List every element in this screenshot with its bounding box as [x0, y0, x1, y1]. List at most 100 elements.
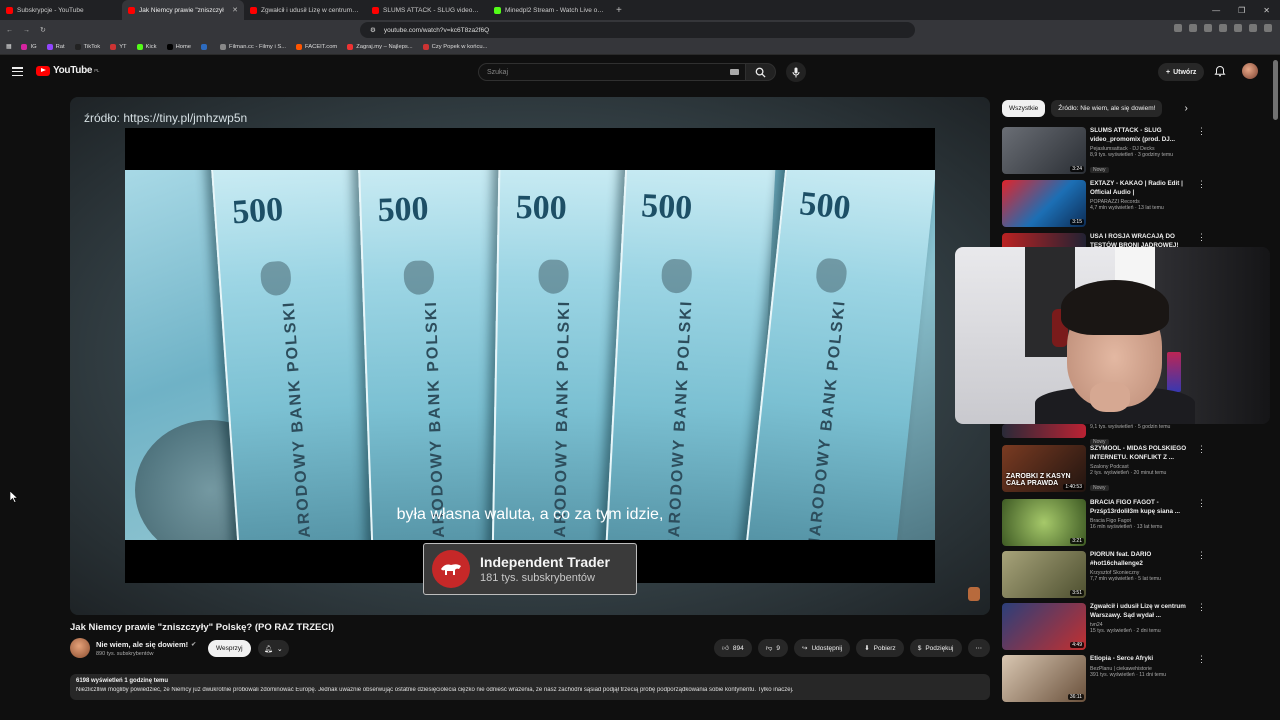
bookmark[interactable]: Rat: [46, 44, 65, 50]
video-title: Jak Niemcy prawie "zniszczyły" Polskę? (…: [70, 622, 335, 633]
channel-name[interactable]: Nie wiem, ale się dowiem! ✔: [96, 640, 196, 649]
bookmark[interactable]: Kick: [136, 44, 157, 50]
chevron-right-icon[interactable]: ›: [1184, 103, 1187, 114]
download-button[interactable]: ⬇ Pobierz: [856, 639, 904, 657]
menu-icon[interactable]: [12, 67, 23, 76]
channel-branding-overlay[interactable]: Independent Trader 181 tys. subskrybentó…: [423, 543, 637, 595]
kebab-menu-icon[interactable]: ⋮: [1197, 233, 1206, 242]
recommended-video[interactable]: 3:51 PIORUN feat. DARIO #hot16challenge2…: [1002, 551, 1212, 601]
forward-icon[interactable]: →: [23, 27, 30, 34]
share-button[interactable]: ↪ Udostępnij: [794, 639, 851, 657]
video-thumbnail[interactable]: 3:51: [1002, 551, 1086, 598]
close-window-button[interactable]: ✕: [1263, 6, 1270, 15]
close-tab-icon[interactable]: ✕: [232, 6, 238, 14]
page-scrollbar[interactable]: [1273, 60, 1278, 700]
video-description[interactable]: 6198 wyświetleń 1 godzinę temu Niezliczl…: [70, 674, 990, 700]
bookmark[interactable]: Home: [166, 44, 192, 50]
notifications-bell-icon[interactable]: [1214, 65, 1226, 77]
logo-text: YouTube: [53, 65, 93, 76]
channel-watermark-icon[interactable]: [968, 587, 980, 601]
browser-tab-active[interactable]: Jak Niemcy prawie "zniszczył ✕: [122, 0, 244, 20]
browser-tab[interactable]: SLUMS ATTACK - SLUG video_promo: [366, 0, 488, 20]
eagle-emblem-icon: [660, 258, 693, 294]
channel-avatar[interactable]: [70, 638, 90, 658]
video-thumbnail[interactable]: 4:49: [1002, 603, 1086, 650]
site-info-icon[interactable]: ⚙: [370, 26, 376, 34]
reload-icon[interactable]: ↻: [40, 26, 46, 34]
bookmark[interactable]: FACEIT.com: [296, 44, 337, 50]
views-and-date: 6198 wyświetleń 1 godzinę temu: [76, 678, 169, 684]
create-button[interactable]: + Utwórz: [1158, 63, 1205, 81]
bookmark[interactable]: Filman.cc - Filmy i S...: [220, 44, 286, 50]
video-thumbnail[interactable]: ZAROBKI Z KASYN CAŁA PRAWDA 1:40:53: [1002, 445, 1086, 492]
extension-icon[interactable]: [1204, 24, 1212, 32]
bookmark-label: Home: [175, 44, 192, 50]
bookmark[interactable]: IG: [21, 44, 37, 50]
video-player[interactable]: źródło: https://tiny.pl/jmhzwp5n 500 NARO…: [70, 97, 990, 615]
kebab-menu-icon[interactable]: ⋮: [1197, 499, 1206, 508]
video-frame[interactable]: 500 NARODOWY BANK POLSKI 500 NARODOWY BANK…: [125, 128, 935, 583]
recommended-video[interactable]: 4:49 Zgwałcił i udusił Lizę w centrum Wa…: [1002, 603, 1212, 653]
extension-icon[interactable]: [1174, 24, 1182, 32]
recommended-video[interactable]: 9,1 tys. wyświetleń · 5 godzin temu Nowy: [1002, 424, 1212, 445]
browser-tab[interactable]: Minedpl2 Stream - Watch Live on Ki: [488, 0, 610, 20]
video-duration: 3:51: [1070, 590, 1084, 596]
keyboard-icon[interactable]: [730, 69, 739, 75]
extension-icon[interactable]: [1219, 24, 1227, 32]
voice-search-button[interactable]: [786, 62, 806, 82]
youtube-favicon-icon: [250, 6, 257, 14]
thanks-button[interactable]: $ Podziękuj: [909, 639, 962, 657]
search-input[interactable]: Szukaj: [478, 63, 746, 81]
video-thumbnail[interactable]: [1002, 424, 1086, 438]
browser-tab[interactable]: Zgwałcił i udusił Lizę w centrum Wa: [244, 0, 366, 20]
kebab-menu-icon[interactable]: ⋮: [1197, 603, 1206, 612]
recommended-video[interactable]: 36:11 Etiopia - Serce Afryki BezPlanu | c…: [1002, 655, 1212, 705]
bookmark[interactable]: Czy Popek w końcu...: [422, 44, 487, 50]
apps-grid-icon[interactable]: ▦: [6, 44, 11, 50]
kebab-menu-icon[interactable]: ⋮: [1197, 445, 1206, 454]
video-thumbnail[interactable]: 36:11: [1002, 655, 1086, 702]
chip-all[interactable]: Wszystkie: [1002, 100, 1046, 117]
extension-icon[interactable]: [1249, 24, 1257, 32]
kebab-menu-icon[interactable]: ⋮: [1197, 127, 1206, 136]
subscription-bell-dropdown[interactable]: 🔔︎ ⌄: [258, 640, 289, 657]
recommended-video[interactable]: USA I ROSJA WRACAJĄ DO TESTÓW BRONI JĄDR…: [1002, 233, 1212, 247]
video-thumbnail[interactable]: 3:24: [1002, 127, 1086, 174]
extension-icon[interactable]: [1264, 24, 1272, 32]
more-icon: ⋯: [975, 645, 983, 652]
extension-icon[interactable]: [1189, 24, 1197, 32]
dislike-button[interactable]: 👎︎ 9: [757, 639, 789, 657]
bookmark[interactable]: TikTok: [74, 44, 100, 50]
recommended-video[interactable]: ZAROBKI Z KASYN CAŁA PRAWDA 1:40:53 SZYMOO…: [1002, 445, 1212, 495]
maximize-button[interactable]: ❐: [1238, 6, 1245, 15]
more-actions-button[interactable]: ⋯: [967, 639, 990, 657]
back-icon[interactable]: ←: [6, 27, 13, 34]
video-thumbnail[interactable]: [1002, 233, 1086, 247]
chip-source[interactable]: Źródło: Nie wiem, ale się dowiem!: [1051, 100, 1163, 117]
recommended-video[interactable]: 3:24 SLUMS ATTACK - SLUG video_promomix …: [1002, 127, 1212, 177]
video-thumbnail[interactable]: 3:21: [1002, 499, 1086, 546]
minimize-button[interactable]: —: [1212, 6, 1220, 15]
search-button[interactable]: [746, 63, 776, 81]
bookmark[interactable]: [201, 44, 210, 50]
video-title: SLUMS ATTACK - SLUG video_promomix (prod…: [1090, 127, 1176, 143]
youtube-logo[interactable]: YouTube PL: [36, 65, 99, 76]
kebab-menu-icon[interactable]: ⋮: [1197, 551, 1206, 560]
omnibox[interactable]: ⚙ youtube.com/watch?v=kc6T8za2f6Q: [360, 22, 915, 38]
recommended-video[interactable]: 3:15 EXTAZY - KAKAO | Radio Edit | Offic…: [1002, 180, 1212, 230]
kebab-menu-icon[interactable]: ⋮: [1197, 180, 1206, 189]
new-tab-button[interactable]: +: [610, 5, 628, 16]
extension-icon[interactable]: [1234, 24, 1242, 32]
like-button[interactable]: 👍︎ 894: [714, 639, 752, 657]
support-button[interactable]: Wesprzyj: [208, 640, 251, 657]
bookmark[interactable]: Zagraj.my – Najleps...: [347, 44, 413, 50]
user-avatar[interactable]: [1242, 63, 1258, 79]
recommended-video[interactable]: 3:21 BRACIA FIGO FAGOT - Przśp13rdolił3m…: [1002, 499, 1212, 549]
browser-tab[interactable]: Subskrypcje - YouTube: [0, 0, 122, 20]
scrollbar-thumb[interactable]: [1273, 60, 1278, 120]
video-thumbnail[interactable]: 3:15: [1002, 180, 1086, 227]
source-overlay-text: źródło: https://tiny.pl/jmhzwp5n: [84, 111, 248, 125]
kebab-menu-icon[interactable]: ⋮: [1197, 655, 1206, 664]
bookmark[interactable]: YT: [110, 44, 127, 50]
thanks-label: Podziękuj: [925, 644, 954, 652]
